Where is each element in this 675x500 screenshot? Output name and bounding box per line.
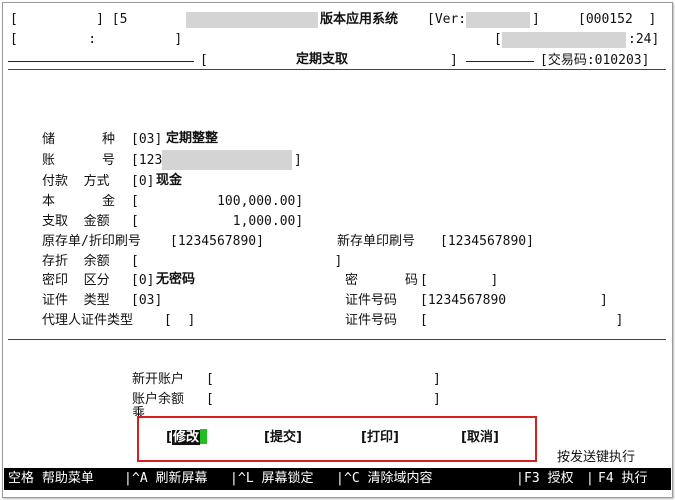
execute-key[interactable]: F4 执行 (598, 471, 647, 487)
system-title: 版本应用系统 (320, 12, 399, 27)
deposit-type-value: 定期整整 (166, 131, 219, 146)
refresh-screen-key[interactable]: ^A 刷新屏幕 (132, 471, 207, 487)
page-number: [000152 ] (578, 12, 657, 27)
agent-id-no-field[interactable]: [ ] (420, 313, 624, 329)
header-row2-left: [ : ] (10, 32, 183, 47)
new-account-label: 新开账户 (132, 372, 185, 387)
account-no-field[interactable]: [123 (131, 153, 162, 169)
header-row1-left: [ ] [5 ] (10, 12, 206, 27)
seal-type-code[interactable]: [0] (131, 273, 154, 289)
redacted-bank-name (186, 12, 318, 28)
new-passbook-field[interactable]: [1234567890] (440, 234, 534, 250)
account-no-label: 账 号 (42, 153, 115, 168)
id-type-field[interactable]: [03] (131, 293, 162, 309)
print-button[interactable]: [打印] (361, 429, 399, 447)
header-divider (8, 69, 666, 70)
separator: | (516, 471, 524, 486)
redacted-datetime (502, 32, 626, 48)
id-no-field[interactable]: [1234567890 ] (420, 293, 608, 309)
agent-id-no-label: 证件号码 (345, 313, 398, 328)
clear-field-key[interactable]: ^C 清除域内容 (344, 471, 432, 487)
form-divider (8, 339, 666, 340)
version-close: ] (532, 12, 540, 27)
seal-type-value: 无密码 (156, 272, 196, 287)
transaction-code: [交易码:010203] (540, 53, 650, 68)
password-field[interactable]: [ ] (420, 273, 498, 289)
title-rule-right (466, 61, 534, 62)
agent-id-type-field[interactable]: [ ] (164, 313, 195, 329)
screen-title-close: ] (450, 53, 458, 68)
header-row2-open: [ (494, 32, 502, 47)
agent-id-type-label: 代理人证件类型 (42, 313, 134, 328)
id-type-label: 证件 类型 (42, 293, 110, 308)
redacted-account-no (162, 150, 292, 170)
separator: | (586, 471, 594, 486)
id-no-label: 证件号码 (345, 293, 398, 308)
separator: | (336, 471, 344, 486)
account-balance-field[interactable]: [ ] (206, 392, 441, 408)
authorize-key[interactable]: F3 授权 (524, 471, 573, 487)
redacted-version (466, 12, 530, 28)
password-label: 密 码 (345, 273, 418, 288)
principal-field[interactable]: [ 100,000.00] (131, 194, 303, 210)
new-passbook-label: 新存单印刷号 (337, 234, 416, 249)
payment-method-value: 现金 (156, 173, 183, 188)
cancel-button[interactable]: [取消] (461, 429, 499, 447)
orig-passbook-label: 原存单/折印刷号 (42, 234, 141, 249)
withdraw-amount-field[interactable]: [ 1,000.00] (131, 214, 303, 230)
principal-label: 本 金 (42, 194, 115, 209)
text-cursor (199, 429, 207, 444)
deposit-type-label: 储 种 (42, 132, 115, 147)
orig-passbook-field[interactable]: [1234567890] (170, 234, 264, 250)
modify-button-label: 修改 (171, 430, 200, 445)
submit-button[interactable]: [提交] (264, 429, 302, 447)
modify-button[interactable]: [修改 (166, 429, 207, 447)
account-no-close: ] (294, 153, 302, 168)
payment-method-label: 付款 方式 (42, 174, 110, 189)
version-label: [Ver: (427, 12, 467, 27)
passbook-balance-field[interactable]: [ ] (131, 254, 342, 270)
new-account-field[interactable]: [ ] (206, 372, 441, 388)
function-key-bar: 空格 帮助菜单 | ^A 刷新屏幕 | ^L 屏幕锁定 | ^C 清除域内容 |… (4, 468, 671, 490)
help-menu-key[interactable]: 空格 帮助菜单 (8, 471, 94, 487)
title-rule-left (8, 61, 194, 62)
separator: | (124, 471, 132, 486)
withdraw-amount-label: 支取 金额 (42, 214, 110, 229)
partial-label: 乘 (132, 406, 146, 416)
seal-type-label: 密印 区分 (42, 273, 110, 288)
screen-title-open: [ (200, 53, 208, 68)
payment-method-code[interactable]: [0] (131, 174, 154, 190)
deposit-type-code[interactable]: [03] (131, 132, 162, 148)
separator: | (230, 471, 238, 486)
passbook-balance-label: 存折 余额 (42, 254, 110, 269)
time-suffix: :24] (628, 32, 660, 47)
lock-screen-key[interactable]: ^L 屏幕锁定 (238, 471, 313, 487)
screen-title: 定期支取 (296, 52, 349, 67)
send-key-hint: 按发送键执行 (557, 450, 636, 465)
